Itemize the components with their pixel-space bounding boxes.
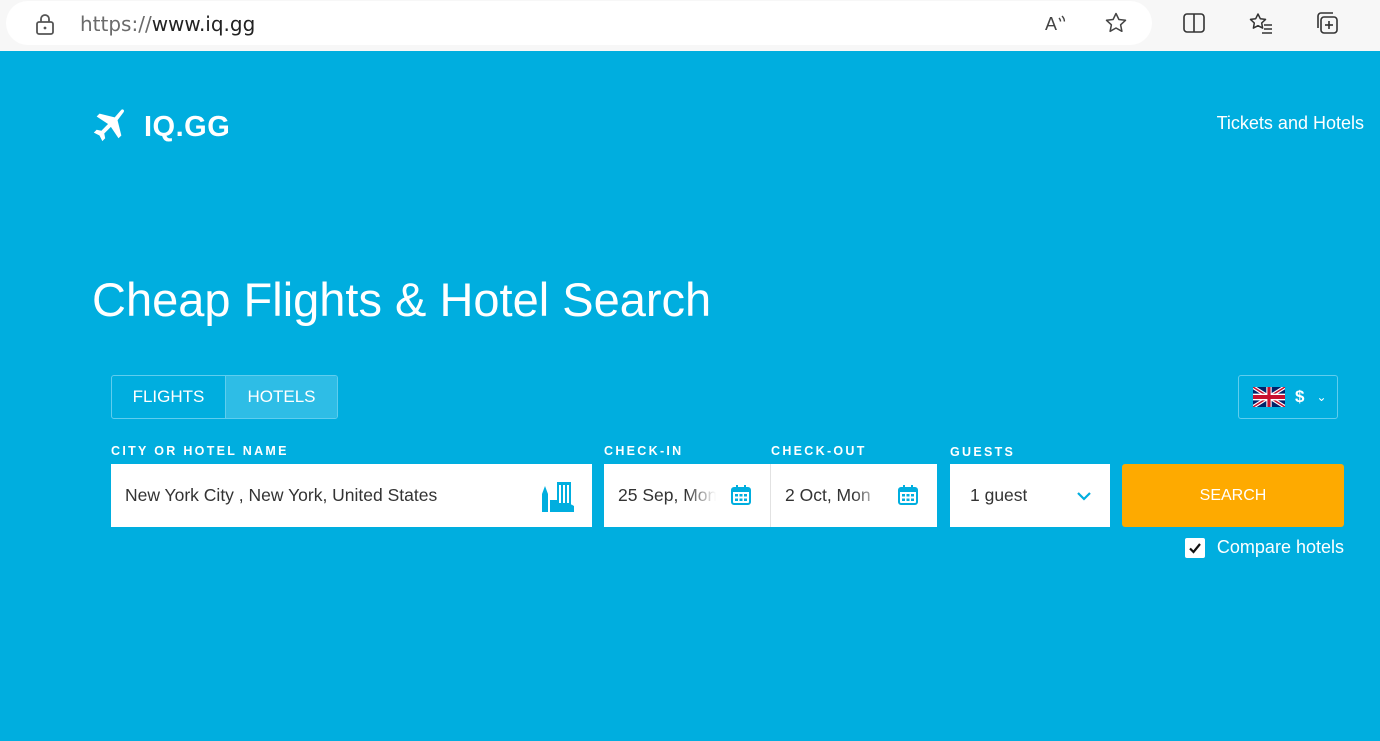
- logo-text: IQ.GG: [144, 111, 231, 143]
- checkin-value: 25 Sep, Mon: [618, 485, 716, 505]
- browser-toolbar: https://www.iq.gg A: [0, 0, 1380, 51]
- svg-text:A: A: [1045, 14, 1057, 34]
- city-label: CITY OR HOTEL NAME: [111, 444, 289, 458]
- currency-symbol: $: [1295, 387, 1305, 406]
- split-screen-icon[interactable]: [1180, 9, 1208, 37]
- currency-selector[interactable]: $ ⌄: [1238, 375, 1338, 419]
- page-title: Cheap Flights & Hotel Search: [92, 273, 712, 326]
- favorites-icon[interactable]: [1247, 9, 1275, 37]
- chevron-down-icon: ⌄: [1316, 390, 1327, 404]
- collections-icon[interactable]: [1313, 9, 1341, 37]
- url-protocol: https://: [80, 12, 152, 36]
- search-button[interactable]: SEARCH: [1122, 464, 1344, 527]
- guests-select[interactable]: 1 guest: [950, 464, 1110, 527]
- uk-flag-icon: [1253, 387, 1285, 407]
- chevron-down-icon: [1076, 489, 1092, 501]
- compare-hotels-option[interactable]: Compare hotels: [1184, 537, 1344, 558]
- tab-hotels[interactable]: HOTELS: [226, 376, 337, 418]
- tickets-hotels-link[interactable]: Tickets and Hotels: [1217, 113, 1364, 134]
- checkin-label: CHECK-IN: [604, 444, 684, 458]
- favorite-star-icon[interactable]: [1102, 9, 1130, 37]
- compare-hotels-label: Compare hotels: [1216, 537, 1344, 557]
- guests-label: GUESTS: [950, 445, 1016, 459]
- city-value: New York City , New York, United States: [125, 485, 438, 505]
- city-buildings-icon: [540, 480, 574, 512]
- url-host: www.iq.gg: [151, 12, 256, 36]
- guests-value: 1 guest: [970, 485, 1028, 505]
- checkout-input[interactable]: 2 Oct, Mon: [771, 464, 937, 527]
- airplane-icon: [90, 106, 128, 149]
- lock-icon[interactable]: [34, 12, 56, 36]
- read-aloud-icon[interactable]: A: [1042, 9, 1070, 37]
- address-bar[interactable]: https://www.iq.gg: [6, 1, 1152, 45]
- checkout-value: 2 Oct, Mon: [785, 485, 871, 505]
- site-logo[interactable]: IQ.GG: [90, 106, 230, 149]
- compare-hotels-checkbox[interactable]: [1184, 537, 1205, 558]
- calendar-icon[interactable]: [897, 484, 919, 506]
- tab-flights[interactable]: FLIGHTS: [112, 376, 226, 418]
- checkin-input[interactable]: 25 Sep, Mon: [604, 464, 771, 527]
- calendar-icon[interactable]: [730, 484, 752, 506]
- url-text[interactable]: https://www.iq.gg: [80, 12, 255, 36]
- search-tabs: FLIGHTS HOTELS: [111, 375, 338, 419]
- checkout-label: CHECK-OUT: [771, 444, 867, 458]
- city-input[interactable]: New York City , New York, United States: [111, 464, 592, 527]
